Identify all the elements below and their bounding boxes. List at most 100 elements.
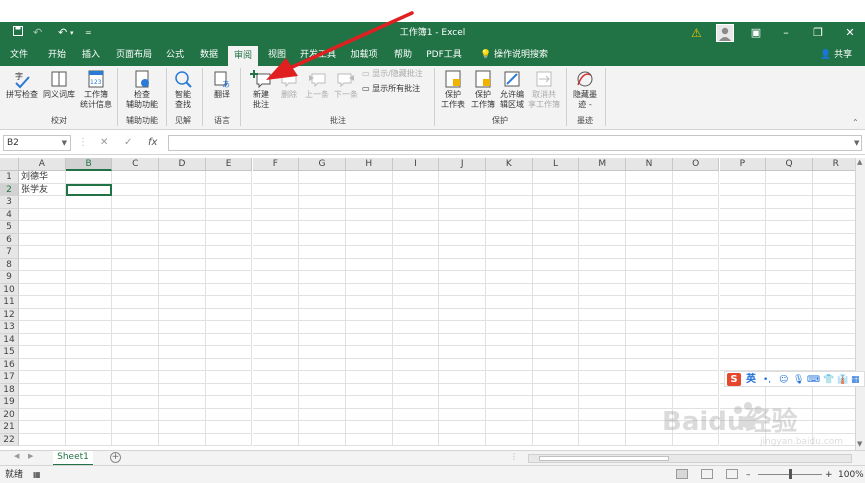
cell[interactable]	[812, 171, 855, 184]
cell[interactable]	[252, 183, 300, 196]
cell[interactable]	[579, 421, 627, 434]
column-header[interactable]: I	[392, 158, 440, 171]
cell[interactable]	[626, 383, 673, 396]
cell[interactable]	[299, 308, 346, 321]
cell[interactable]	[532, 371, 580, 384]
cell[interactable]	[812, 234, 855, 246]
cell[interactable]	[672, 321, 720, 334]
cell[interactable]	[299, 383, 346, 396]
cell[interactable]	[812, 184, 855, 196]
cell[interactable]	[345, 221, 393, 234]
cell[interactable]	[766, 246, 813, 259]
cell[interactable]	[65, 433, 113, 446]
column-header[interactable]: H	[345, 158, 393, 171]
cell[interactable]	[345, 283, 393, 296]
thesaurus-button[interactable]: 同义词库	[40, 69, 78, 100]
cell[interactable]	[766, 296, 813, 309]
cell[interactable]	[112, 196, 160, 209]
cell[interactable]	[299, 208, 346, 221]
cell[interactable]	[19, 408, 66, 421]
cell[interactable]	[532, 433, 580, 446]
cell[interactable]	[252, 408, 300, 421]
cell[interactable]	[579, 296, 627, 309]
cell[interactable]	[439, 221, 486, 234]
row-header[interactable]: 13	[0, 321, 19, 334]
cell[interactable]	[486, 346, 533, 359]
cell[interactable]	[439, 258, 486, 271]
cell[interactable]	[252, 258, 300, 271]
delete-comment-button[interactable]: 删除	[276, 69, 302, 100]
cell[interactable]	[812, 296, 855, 309]
cell[interactable]	[579, 208, 627, 221]
cell[interactable]	[486, 246, 533, 259]
cell[interactable]	[579, 171, 627, 184]
cell[interactable]	[299, 196, 346, 209]
cell[interactable]	[205, 321, 253, 334]
cell[interactable]	[345, 346, 393, 359]
cell[interactable]	[252, 221, 300, 234]
cell[interactable]	[719, 283, 767, 296]
cell[interactable]	[672, 258, 720, 271]
tab-formulas[interactable]: 公式	[160, 44, 190, 66]
cell[interactable]	[252, 321, 300, 334]
cell[interactable]	[626, 271, 673, 284]
active-cell[interactable]	[65, 183, 113, 196]
cell[interactable]	[486, 271, 533, 284]
cell[interactable]	[159, 208, 206, 221]
cell[interactable]	[65, 308, 113, 321]
cell[interactable]	[252, 208, 300, 221]
cell[interactable]	[19, 296, 66, 309]
cell[interactable]	[65, 421, 113, 434]
cell[interactable]	[159, 196, 206, 209]
row-header[interactable]: 21	[0, 421, 19, 434]
cell[interactable]	[345, 333, 393, 346]
cell[interactable]	[65, 233, 113, 246]
row-header[interactable]: 17	[0, 371, 19, 384]
cell[interactable]	[205, 233, 253, 246]
protect-sheet-button[interactable]: 保护 工作表	[438, 69, 468, 110]
cell[interactable]	[626, 296, 673, 309]
cell[interactable]	[205, 396, 253, 409]
cell[interactable]	[579, 183, 627, 196]
cell[interactable]	[672, 283, 720, 296]
cell[interactable]	[812, 346, 855, 359]
cell[interactable]	[65, 283, 113, 296]
cell[interactable]	[719, 333, 767, 346]
cell[interactable]	[112, 271, 160, 284]
cancel-icon[interactable]: ✕	[100, 136, 108, 150]
tab-file[interactable]: 文件	[4, 44, 34, 66]
cell[interactable]	[626, 321, 673, 334]
cell[interactable]	[672, 371, 720, 384]
cell[interactable]	[65, 371, 113, 384]
cell[interactable]	[299, 408, 346, 421]
cell[interactable]	[439, 383, 486, 396]
cell[interactable]	[19, 333, 66, 346]
cell[interactable]	[205, 433, 253, 446]
hide-ink-button[interactable]: 隐藏墨 迹 -	[568, 69, 602, 110]
cell[interactable]	[252, 433, 300, 446]
cell[interactable]	[159, 221, 206, 234]
select-all-corner[interactable]	[0, 158, 19, 171]
cell[interactable]	[486, 421, 533, 434]
row-header[interactable]: 1	[0, 171, 19, 184]
cell[interactable]	[672, 183, 720, 196]
cell[interactable]	[579, 321, 627, 334]
cell[interactable]	[299, 346, 346, 359]
expand-formula-icon[interactable]: ▼	[854, 139, 859, 147]
cell[interactable]	[345, 396, 393, 409]
cell[interactable]	[672, 246, 720, 259]
cell[interactable]	[439, 346, 486, 359]
cell[interactable]	[19, 433, 66, 446]
spelling-button[interactable]: 字 拼写检查	[4, 69, 40, 100]
cell[interactable]	[719, 221, 767, 234]
cell[interactable]	[439, 396, 486, 409]
ribbon-display-icon[interactable]: ▣	[744, 26, 768, 40]
cell[interactable]	[486, 358, 533, 371]
cell[interactable]	[299, 221, 346, 234]
cell[interactable]	[532, 346, 580, 359]
cell[interactable]	[19, 271, 66, 284]
cell[interactable]	[345, 358, 393, 371]
warning-icon[interactable]: ⚠	[691, 26, 702, 40]
cell[interactable]	[392, 271, 440, 284]
row-header[interactable]: 14	[0, 333, 19, 346]
